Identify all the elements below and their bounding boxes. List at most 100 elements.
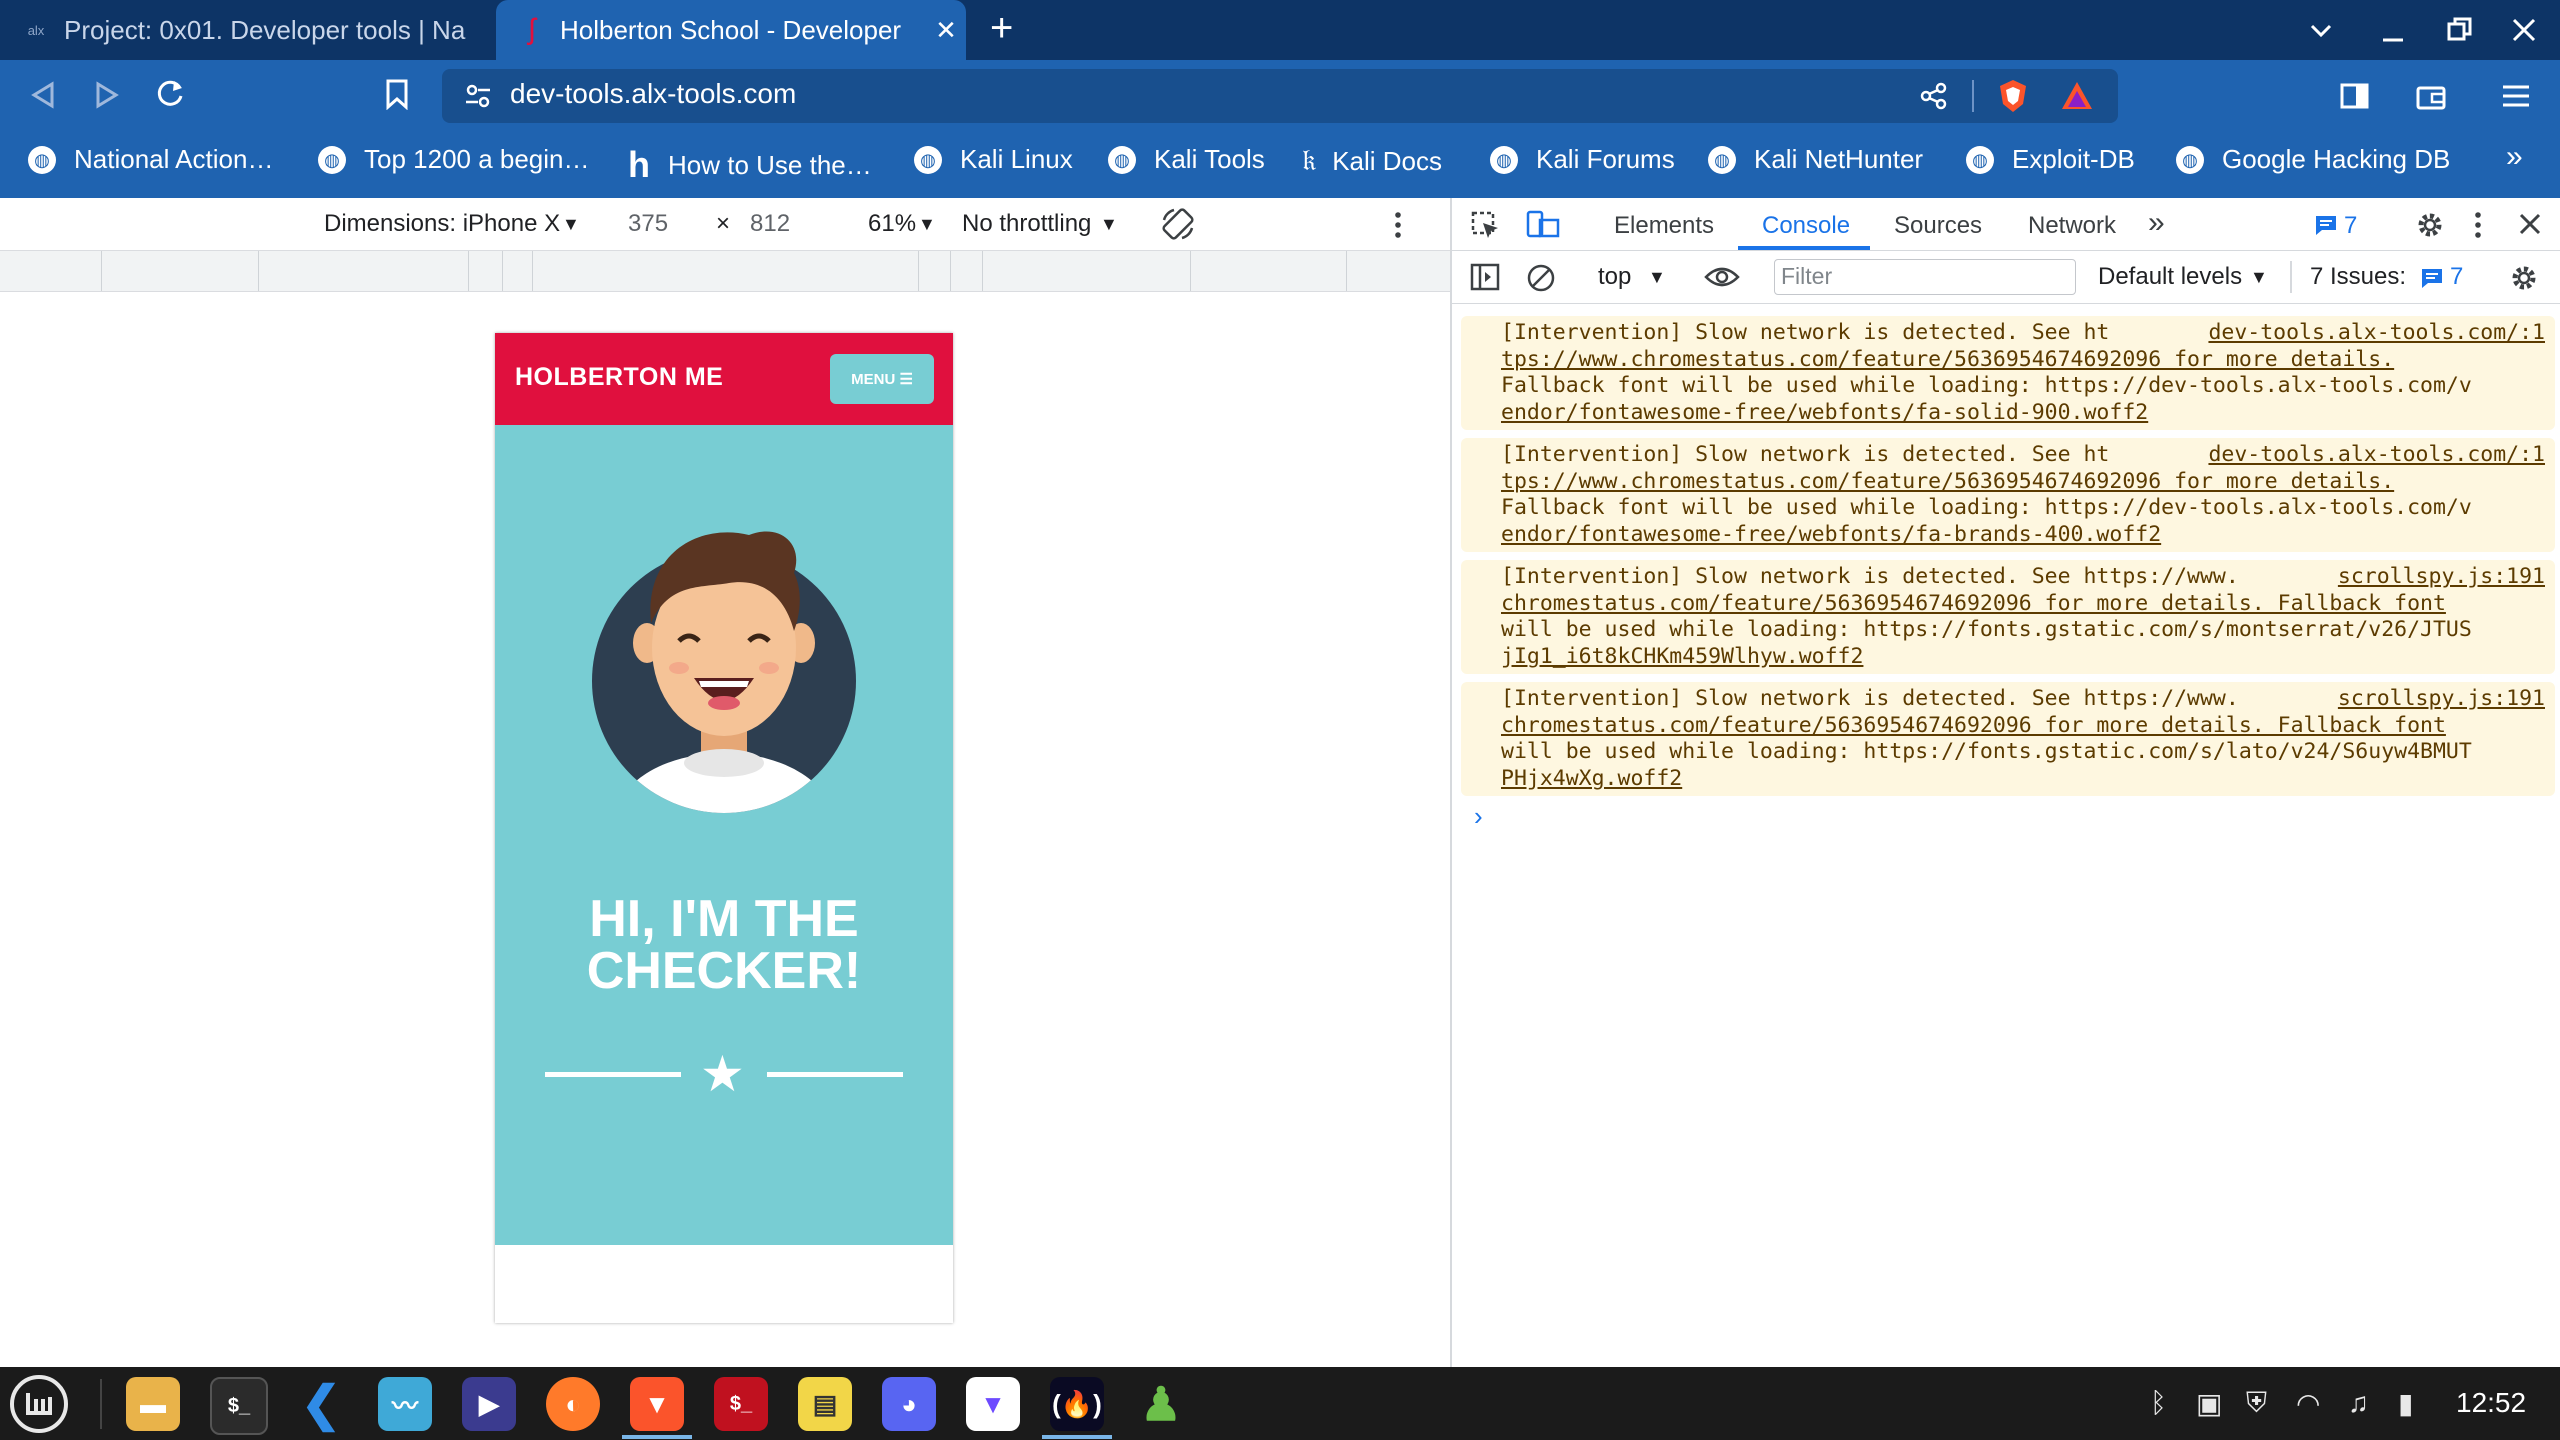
brave-shields-icon[interactable]	[1996, 78, 2030, 114]
ruler-segment[interactable]	[1190, 251, 1191, 291]
bookmark-how-to-use[interactable]: h How to Use the…	[628, 144, 872, 186]
sound-icon[interactable]: ♫	[2348, 1387, 2369, 1419]
tab-sources[interactable]: Sources	[1894, 212, 1982, 240]
message-source-link[interactable]: dev-tools.alx-tools.com/:1	[2208, 442, 2545, 469]
terminal-icon[interactable]: $_	[210, 1377, 268, 1435]
site-settings-icon[interactable]	[464, 82, 492, 110]
menu-icon[interactable]	[2500, 82, 2532, 110]
message-source-link[interactable]: scrollspy.js:191	[2338, 686, 2545, 713]
context-select[interactable]: top	[1598, 263, 1631, 291]
message-line[interactable]: PHjx4wXg.woff2	[1501, 766, 2545, 793]
settings-gear-icon[interactable]	[2414, 209, 2446, 241]
message-source-link[interactable]: dev-tools.alx-tools.com/:1	[2208, 320, 2545, 347]
throttling-select[interactable]: No throttling	[962, 210, 1091, 238]
zoom-select[interactable]: 61%	[868, 210, 916, 238]
more-tabs-button[interactable]: »	[2148, 206, 2165, 240]
message-line[interactable]: will be used while loading: https://font…	[1501, 739, 2545, 766]
ruler-segment[interactable]	[950, 251, 951, 291]
inspect-element-icon[interactable]	[1470, 210, 1500, 240]
width-input[interactable]: 375	[628, 210, 668, 238]
shield-icon[interactable]: ⛨	[2246, 1387, 2267, 1420]
tab-project[interactable]: alx Project: 0x01. Developer tools | Na	[0, 0, 490, 60]
clipboard-icon[interactable]: ▣	[2196, 1387, 2222, 1420]
ruler-segment[interactable]	[468, 251, 469, 291]
wallet-icon[interactable]	[2416, 82, 2448, 112]
issues-label[interactable]: 7 Issues:	[2310, 263, 2406, 291]
back-icon[interactable]	[28, 80, 58, 110]
message-line[interactable]: tps://www.chromestatus.com/feature/56369…	[1501, 347, 2545, 374]
new-tab-button[interactable]: +	[990, 6, 1013, 51]
ruler-segment[interactable]	[502, 251, 503, 291]
bookmark-google-hacking-db[interactable]: ◍ Google Hacking DB	[2176, 144, 2450, 175]
notes-icon[interactable]: ▤	[798, 1377, 852, 1431]
sidebar-toggle-icon[interactable]	[2340, 82, 2370, 110]
reload-icon[interactable]	[154, 78, 186, 110]
message-line[interactable]: chromestatus.com/feature/563695467469209…	[1501, 591, 2545, 618]
vscode-icon[interactable]: ❮	[294, 1377, 348, 1431]
live-expression-eye-icon[interactable]	[1704, 265, 1740, 289]
message-line[interactable]: Fallback font will be used while loading…	[1501, 373, 2545, 400]
tab-network[interactable]: Network	[2028, 212, 2116, 240]
message-line[interactable]: endor/fontawesome-free/webfonts/fa-solid…	[1501, 400, 2545, 427]
message-source-link[interactable]: scrollspy.js:191	[2338, 564, 2545, 591]
forward-icon[interactable]	[92, 80, 122, 110]
close-devtools-icon[interactable]	[2518, 212, 2542, 236]
clear-console-icon[interactable]	[1526, 263, 1556, 293]
tab-holberton[interactable]: ʃ Holberton School - Developer ✕	[496, 0, 966, 60]
tab-search-icon[interactable]	[2308, 18, 2334, 44]
message-line[interactable]: Fallback font will be used while loading…	[1501, 495, 2545, 522]
bookmark-kali-docs[interactable]: 𝔨 Kali Docs	[1302, 144, 1442, 178]
ruler-segment[interactable]	[101, 251, 102, 291]
bookmark-kali-nethunter[interactable]: ◍ Kali NetHunter	[1708, 144, 1923, 175]
site-brand[interactable]: HOLBERTON ME	[515, 363, 723, 392]
firefox-icon[interactable]: ◐	[546, 1377, 600, 1431]
ruler-segment[interactable]	[982, 251, 983, 291]
bookmark-top-1200[interactable]: ◍ Top 1200 a begin…	[318, 144, 590, 175]
log-levels-select[interactable]: Default levels	[2098, 263, 2242, 291]
height-input[interactable]: 812	[750, 210, 790, 238]
bluetooth-icon[interactable]: ᛒ	[2150, 1387, 2167, 1419]
message-line[interactable]: will be used while loading: https://font…	[1501, 617, 2545, 644]
chess-icon[interactable]: ♟	[1134, 1377, 1188, 1431]
discord-icon[interactable]: ◕	[882, 1377, 936, 1431]
more-options-icon[interactable]	[2472, 210, 2484, 240]
share-icon[interactable]	[1920, 82, 1948, 110]
bookmark-kali-linux[interactable]: ◍ Kali Linux	[914, 144, 1073, 175]
console-prompt[interactable]: ›	[1474, 801, 1483, 832]
bookmark-national-action[interactable]: ◍ National Action…	[28, 144, 273, 175]
issues-count[interactable]: 7	[2450, 263, 2463, 291]
minimize-icon[interactable]	[2380, 18, 2406, 44]
tab-console[interactable]: Console	[1762, 212, 1850, 240]
rotate-icon[interactable]	[1160, 206, 1196, 242]
device-select[interactable]: Dimensions: iPhone X	[324, 210, 560, 238]
ruler-segment[interactable]	[918, 251, 919, 291]
media-player-icon[interactable]: ▶	[462, 1377, 516, 1431]
bookmark-kali-tools[interactable]: ◍ Kali Tools	[1108, 144, 1265, 175]
restore-icon[interactable]	[2446, 16, 2474, 44]
tab-elements[interactable]: Elements	[1614, 212, 1714, 240]
messages-icon[interactable]	[2314, 214, 2338, 236]
clock[interactable]: 12:52	[2456, 1387, 2526, 1419]
sidebar-toggle-icon[interactable]	[1470, 263, 1500, 291]
message-line[interactable]: jIg1_i6t8kCHKm459Wlhyw.woff2	[1501, 644, 2545, 671]
bookmark-kali-forums[interactable]: ◍ Kali Forums	[1490, 144, 1675, 175]
close-window-icon[interactable]	[2510, 16, 2538, 44]
monitor-icon[interactable]: 〰	[378, 1377, 432, 1431]
ruler-segment[interactable]	[532, 251, 533, 291]
brave-icon[interactable]: ▼	[630, 1377, 684, 1431]
message-line[interactable]: chromestatus.com/feature/563695467469209…	[1501, 713, 2545, 740]
message-line[interactable]: tps://www.chromestatus.com/feature/56369…	[1501, 469, 2545, 496]
bookmark-exploit-db[interactable]: ◍ Exploit-DB	[1966, 144, 2135, 175]
issues-icon[interactable]	[2420, 267, 2444, 289]
ruler-segment[interactable]	[258, 251, 259, 291]
terminal-red-icon[interactable]: $_	[714, 1377, 768, 1431]
ruler-segment[interactable]	[1346, 251, 1347, 291]
proton-vpn-icon[interactable]: ▼	[966, 1377, 1020, 1431]
brave-rewards-icon[interactable]	[2060, 80, 2094, 112]
bookmark-icon[interactable]	[384, 78, 410, 110]
console-settings-gear-icon[interactable]	[2508, 262, 2540, 294]
message-line[interactable]: endor/fontawesome-free/webfonts/fa-brand…	[1501, 522, 2545, 549]
files-icon[interactable]: ▬	[126, 1377, 180, 1431]
freecodecamp-icon[interactable]: (🔥)	[1050, 1377, 1104, 1431]
more-options-icon[interactable]	[1392, 210, 1404, 240]
